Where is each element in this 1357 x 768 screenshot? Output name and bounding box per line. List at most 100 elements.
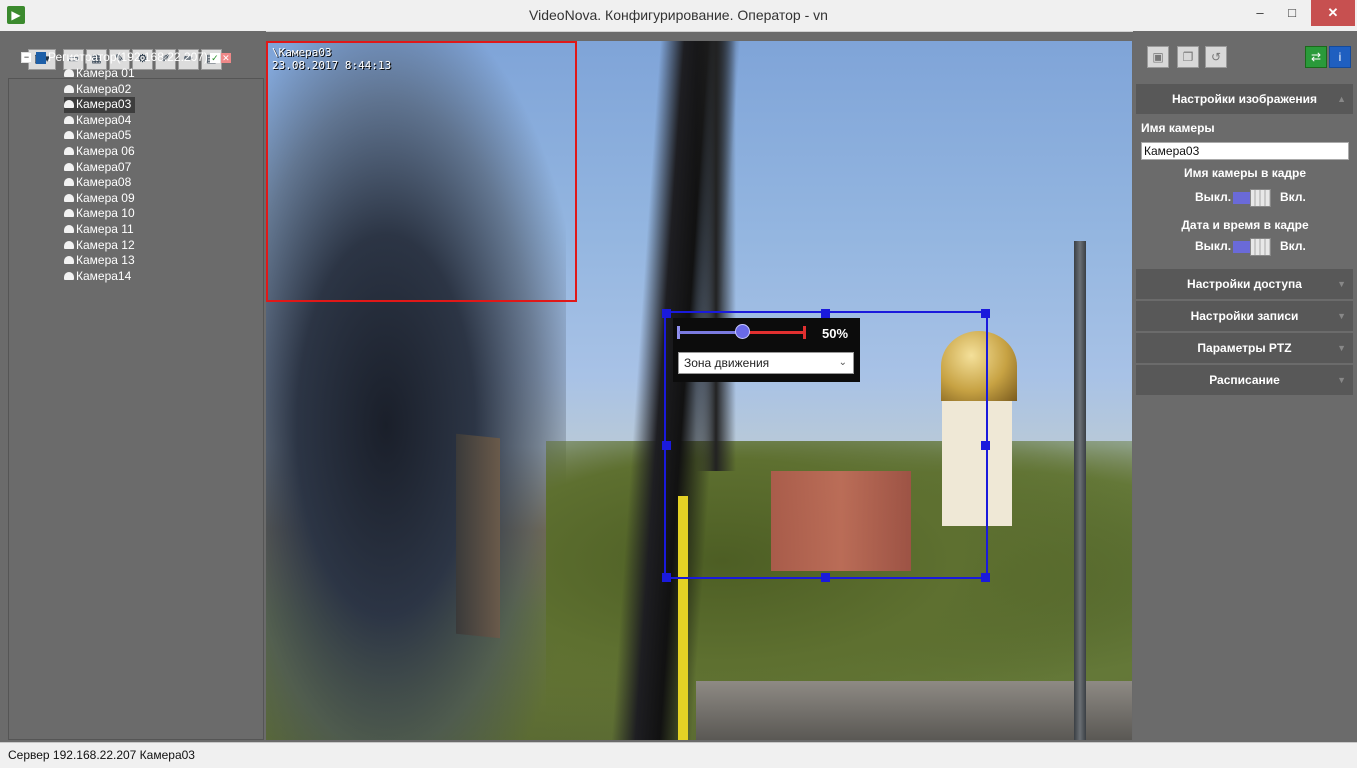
- remove-x-icon[interactable]: ✕: [220, 52, 231, 63]
- camera-label: Камера 06: [76, 143, 135, 158]
- zone-handle-b[interactable]: [821, 573, 830, 582]
- sync-icon[interactable]: ⇄: [1305, 46, 1327, 68]
- camera-list-item[interactable]: Камера03: [64, 97, 135, 113]
- section-image-settings-label: Настройки изображения: [1171, 92, 1318, 106]
- dvr-icon: [36, 51, 46, 64]
- toggle-off-label: Выкл.: [1195, 239, 1232, 253]
- maximize-button[interactable]: □: [1276, 0, 1308, 26]
- camera-name-input[interactable]: [1141, 142, 1349, 160]
- camera-icon: [64, 256, 74, 265]
- camera-icon: [64, 224, 74, 233]
- zone-type-value: Зона движения: [684, 356, 770, 370]
- zone-handle-tr[interactable]: [981, 309, 990, 318]
- camera-icon: [64, 178, 74, 187]
- camera-label: Камера14: [76, 268, 132, 283]
- section-access-settings-label: Настройки доступа: [1187, 277, 1302, 291]
- camera-icon: [64, 209, 74, 218]
- camera-label: Камера 12: [76, 237, 135, 252]
- camera-label: Камера 01: [76, 66, 135, 80]
- toggle-knob[interactable]: [1250, 189, 1271, 207]
- camera-list-item[interactable]: Камера 01: [64, 66, 135, 82]
- section-access-settings[interactable]: Настройки доступа ▼: [1136, 269, 1353, 299]
- toggle-on-label: Вкл.: [1280, 190, 1306, 204]
- slider-cap-right: [803, 326, 806, 339]
- camera-icon: [64, 240, 74, 249]
- zone-type-select[interactable]: Зона движения ⌄: [678, 352, 854, 374]
- camera-label: Камера05: [76, 128, 132, 143]
- window-title: VideoNova. Конфигурирование. Оператор - …: [529, 7, 828, 23]
- title-bar: ▶ VideoNova. Конфигурирование. Оператор …: [0, 0, 1357, 32]
- section-image-settings[interactable]: Настройки изображения ▲: [1136, 84, 1353, 114]
- camera-list-item[interactable]: Камера 06: [64, 144, 135, 160]
- camera-list-item[interactable]: Камера14: [64, 269, 135, 285]
- camera-list: Камера 01 Камера02 Камера03 Камера04 Камера0…: [64, 66, 135, 284]
- datetime-in-frame-label: Дата и время в кадре: [1181, 218, 1309, 232]
- camera-icon: [64, 193, 74, 202]
- camera-label: Камера08: [76, 175, 132, 190]
- red-zone-rect[interactable]: [266, 41, 577, 302]
- chevron-down-icon: ▼: [1337, 311, 1346, 321]
- camera-list-item[interactable]: Камера 11: [64, 222, 135, 238]
- zone-handle-r[interactable]: [981, 441, 990, 450]
- camera-list-item[interactable]: Камера05: [64, 128, 135, 144]
- camera-name-label: Имя камеры: [1141, 121, 1215, 135]
- camera-list-item[interactable]: Камера 09: [64, 191, 135, 207]
- status-text: Сервер 192.168.22.207 Камера03: [8, 748, 195, 762]
- chevron-up-icon: ▲: [1337, 94, 1346, 104]
- camera-label: Камера02: [76, 81, 132, 96]
- chevron-down-icon: ▼: [1337, 375, 1346, 385]
- camera-icon: [64, 84, 74, 93]
- info-icon[interactable]: i: [1329, 46, 1351, 68]
- camera-icon: [64, 131, 74, 140]
- section-schedule-label: Расписание: [1209, 373, 1280, 387]
- section-record-settings-label: Настройки записи: [1190, 309, 1299, 323]
- camera-list-item[interactable]: Камера 10: [64, 206, 135, 222]
- section-schedule[interactable]: Расписание ▼: [1136, 365, 1353, 395]
- minimize-button[interactable]: –: [1244, 0, 1276, 26]
- camera-list-item[interactable]: Камера07: [64, 160, 135, 176]
- camera-label: Камера07: [76, 159, 132, 174]
- close-button[interactable]: ✕: [1311, 0, 1355, 26]
- section-ptz-params-label: Параметры PTZ: [1197, 341, 1292, 355]
- motion-zone-panel: 50% Зона движения ⌄: [673, 318, 860, 382]
- chevron-down-icon: ▼: [1337, 343, 1346, 353]
- zone-handle-tl[interactable]: [662, 309, 671, 318]
- video-street: [696, 681, 1132, 740]
- camera-label: Камера04: [76, 112, 132, 127]
- camera-list-item[interactable]: Камера02: [64, 82, 135, 98]
- sensitivity-slider-thumb[interactable]: [735, 324, 750, 339]
- camera-list-item[interactable]: Камера 13: [64, 253, 135, 269]
- toggle-on-label: Вкл.: [1280, 239, 1306, 253]
- chevron-down-icon: ⌄: [838, 357, 847, 368]
- section-ptz-params[interactable]: Параметры PTZ ▼: [1136, 333, 1353, 363]
- tree-root-dvr[interactable]: − Регистратор(192.168.22.207) ✓ ✕: [21, 50, 231, 64]
- save-icon[interactable]: ▣: [1147, 46, 1169, 68]
- section-record-settings[interactable]: Настройки записи ▼: [1136, 301, 1353, 331]
- camera-icon: [64, 69, 74, 77]
- camera-label: Камера 13: [76, 253, 135, 268]
- copy-icon[interactable]: ❐: [1177, 46, 1199, 68]
- camera-list-item[interactable]: Камера04: [64, 113, 135, 129]
- zone-handle-l[interactable]: [662, 441, 671, 450]
- camera-icon: [64, 115, 74, 124]
- status-bar: Сервер 192.168.22.207 Камера03: [0, 742, 1357, 768]
- name-in-frame-label: Имя камеры в кадре: [1184, 166, 1306, 180]
- collapse-icon[interactable]: −: [21, 52, 32, 64]
- toggle-off-label: Выкл.: [1195, 190, 1232, 204]
- camera-list-item[interactable]: Камера 12: [64, 238, 135, 254]
- datetime-in-frame-toggle[interactable]: Выкл. Вкл.: [1133, 238, 1357, 256]
- connected-check-icon: ✓: [209, 52, 220, 63]
- camera-icon: [64, 271, 74, 280]
- zone-handle-t[interactable]: [821, 309, 830, 318]
- zone-handle-br[interactable]: [981, 573, 990, 582]
- device-tree: [8, 78, 264, 740]
- undo-icon[interactable]: ↺: [1205, 46, 1227, 68]
- camera-icon: [64, 100, 74, 109]
- camera-label: Камера 11: [76, 221, 134, 236]
- video-billboard: [456, 433, 500, 639]
- toggle-knob[interactable]: [1250, 238, 1271, 256]
- camera-list-item[interactable]: Камера08: [64, 175, 135, 191]
- zone-handle-bl[interactable]: [662, 573, 671, 582]
- name-in-frame-toggle[interactable]: Выкл. Вкл.: [1133, 189, 1357, 207]
- tree-root-label: Регистратор(192.168.22.207): [48, 50, 208, 64]
